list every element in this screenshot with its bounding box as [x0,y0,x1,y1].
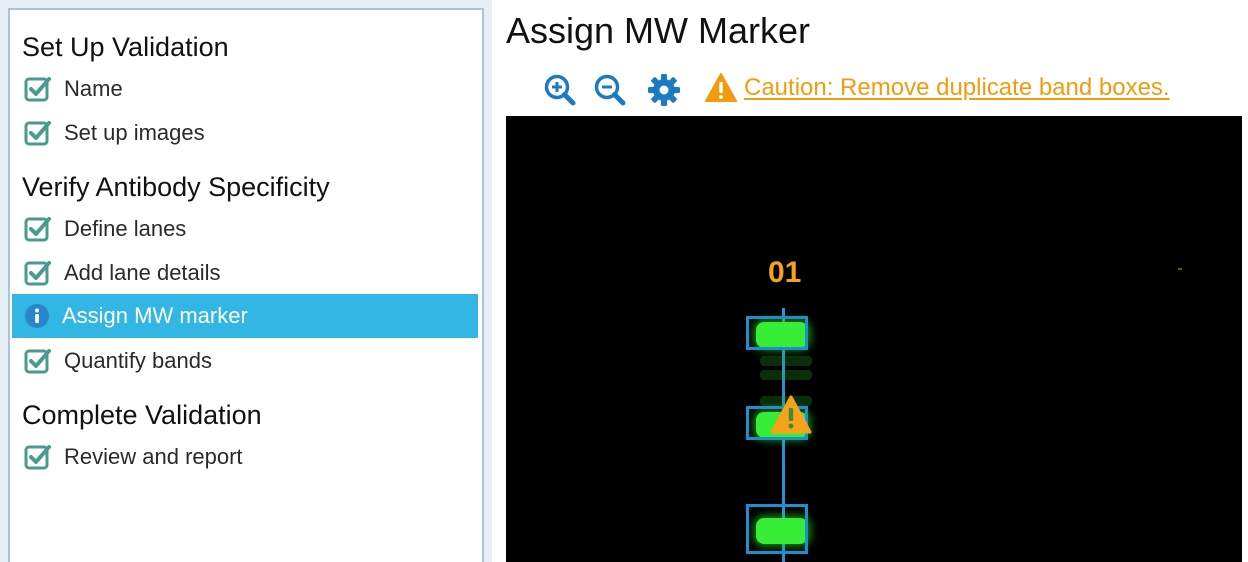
zoom-out-icon [594,74,626,106]
zoom-in-icon [544,74,576,106]
checkbox-checked-icon [24,77,51,102]
band-box[interactable] [746,504,808,554]
step-add-lane-details[interactable]: Add lane details [10,252,478,294]
step-define-lanes[interactable]: Define lanes [10,208,478,250]
checkbox-checked-icon [24,445,51,470]
settings-button[interactable] [644,70,684,110]
section-title-set-up-validation: Set Up Validation [22,32,229,62]
section-title-complete-validation: Complete Validation [22,400,262,430]
page-title: Assign MW Marker [506,10,811,51]
image-toolbar: Caution: Remove duplicate band boxes. [540,70,1240,110]
warning-icon [705,73,737,102]
section-title-verify-antibody-specificity: Verify Antibody Specificity [22,172,330,202]
step-label: Add lane details [64,260,221,285]
zoom-in-button[interactable] [540,70,580,110]
checkbox-checked-icon [24,121,51,146]
caution-link[interactable]: Caution: Remove duplicate band boxes. [744,74,1170,102]
step-label: Assign MW marker [62,303,248,328]
gear-icon [648,74,680,106]
step-assign-mw-marker[interactable]: Assign MW marker [12,294,478,338]
step-label: Quantify bands [64,348,212,373]
step-quantify-bands[interactable]: Quantify bands [10,340,478,382]
zoom-out-button[interactable] [590,70,630,110]
checkbox-checked-icon [24,349,51,374]
step-label: Review and report [64,444,243,469]
lane-label: 01 [768,256,802,289]
step-label: Define lanes [64,216,187,241]
band-box[interactable] [746,316,808,350]
checkbox-checked-icon [24,217,51,242]
caution-message: Caution: Remove duplicate band boxes. [704,72,1170,104]
faint-band [760,356,812,366]
workflow-sidebar: Set Up Validation Name Set up images Ver… [8,8,484,562]
step-label: Name [64,76,123,101]
checkbox-checked-icon [24,261,51,286]
faint-band [760,370,812,380]
step-label: Set up images [64,120,205,145]
info-icon [25,304,49,328]
blot-image-canvas[interactable]: 01 [506,116,1242,562]
sidebar-frame: Set Up Validation Name Set up images Ver… [0,0,492,562]
duplicate-warning-icon[interactable] [769,394,813,436]
step-review-and-report[interactable]: Review and report [10,436,478,478]
step-name[interactable]: Name [10,68,478,110]
step-set-up-images[interactable]: Set up images [10,112,478,154]
image-artifact [1178,268,1182,270]
